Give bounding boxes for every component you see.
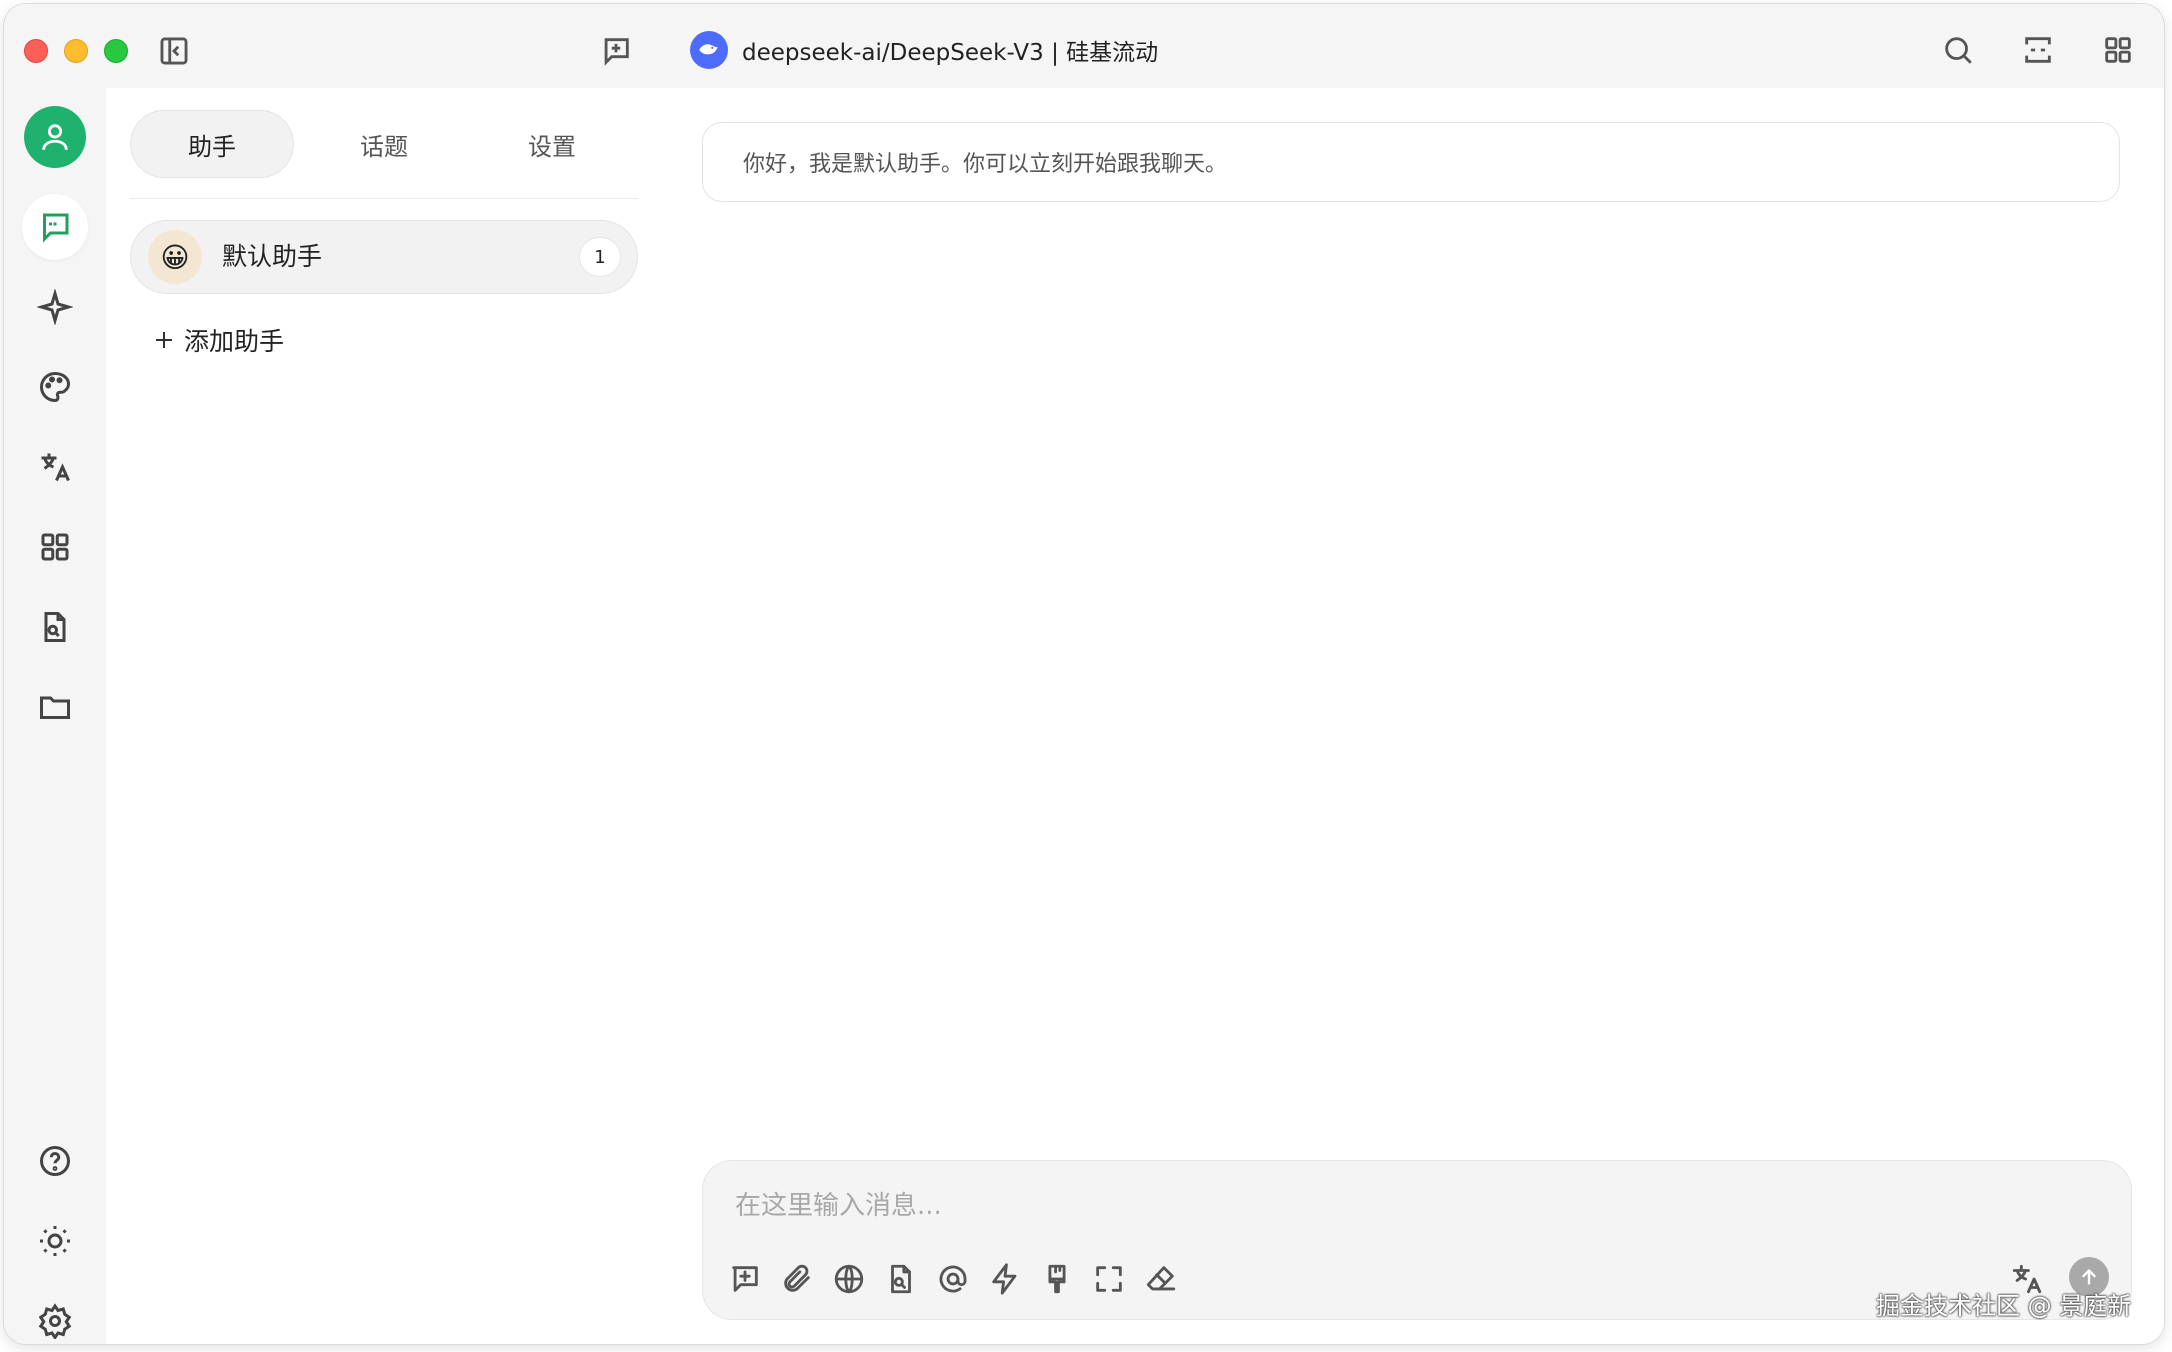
eraser-icon[interactable]: [1137, 1255, 1185, 1303]
minimize-window-button[interactable]: [64, 39, 88, 63]
app-window: deepseek-ai/DeepSeek-V3 | 硅基流动 助手 话题 设置 …: [4, 4, 2164, 1344]
expand-icon[interactable]: [2018, 30, 2058, 70]
folder-icon[interactable]: [22, 674, 88, 740]
chat-icon[interactable]: [22, 194, 88, 260]
knowledge-file-icon[interactable]: [877, 1255, 925, 1303]
deepseek-whale-icon: [690, 31, 728, 69]
new-topic-icon[interactable]: [596, 31, 636, 71]
plus-icon: [156, 332, 172, 348]
sidebar-tabs: 助手 话题 设置: [130, 110, 638, 178]
user-avatar-icon[interactable]: [24, 106, 86, 168]
chat-area: 你好，我是默认助手。你可以立刻开始跟我聊天。: [656, 88, 2164, 1344]
clear-brush-icon[interactable]: [1033, 1255, 1081, 1303]
theme-sun-icon[interactable]: [22, 1208, 88, 1274]
tabs-divider: [130, 198, 638, 199]
add-assistant-button[interactable]: 添加助手: [152, 320, 284, 360]
translate-icon[interactable]: [22, 434, 88, 500]
zoom-window-button[interactable]: [104, 39, 128, 63]
nav-rail: [4, 88, 106, 1344]
topic-count-badge: 1: [580, 238, 620, 276]
apps-icon[interactable]: [22, 514, 88, 580]
assistant-avatar: 😀: [148, 230, 202, 284]
title-bar: deepseek-ai/DeepSeek-V3 | 硅基流动: [4, 4, 2164, 88]
search-icon[interactable]: [1938, 30, 1978, 70]
greeting-message: 你好，我是默认助手。你可以立刻开始跟我聊天。: [702, 122, 2120, 202]
help-icon[interactable]: [22, 1128, 88, 1194]
message-input[interactable]: [733, 1181, 2037, 1231]
tab-assistants[interactable]: 助手: [130, 110, 294, 178]
window-title-text: deepseek-ai/DeepSeek-V3 | 硅基流动: [742, 40, 1159, 66]
fullscreen-icon[interactable]: [1085, 1255, 1133, 1303]
file-search-icon[interactable]: [22, 594, 88, 660]
sparkle-icon[interactable]: [22, 274, 88, 340]
tab-settings[interactable]: 设置: [470, 110, 634, 178]
watermark: 掘金技术社区 @ 景庭新: [1876, 1292, 2132, 1320]
model-title: deepseek-ai/DeepSeek-V3 | 硅基流动: [690, 30, 1158, 70]
web-search-icon[interactable]: [825, 1255, 873, 1303]
assistant-name: 默认助手: [222, 242, 323, 271]
send-icon: [2082, 1269, 2096, 1285]
attachment-icon[interactable]: [773, 1255, 821, 1303]
tab-topics[interactable]: 话题: [302, 110, 466, 178]
assistant-sidebar: 助手 话题 设置 😀 默认助手 1 添加助手: [106, 88, 657, 1344]
new-topic-icon[interactable]: [721, 1255, 769, 1303]
settings-gear-icon[interactable]: [22, 1288, 88, 1344]
add-assistant-label: 添加助手: [184, 327, 285, 356]
sidebar-toggle-icon[interactable]: [154, 31, 194, 71]
quick-phrase-icon[interactable]: [981, 1255, 1029, 1303]
mention-icon[interactable]: [929, 1255, 977, 1303]
apps-grid-icon[interactable]: [2098, 30, 2138, 70]
assistant-item-default[interactable]: 😀 默认助手 1: [130, 220, 638, 294]
palette-icon[interactable]: [22, 354, 88, 420]
close-window-button[interactable]: [24, 39, 48, 63]
